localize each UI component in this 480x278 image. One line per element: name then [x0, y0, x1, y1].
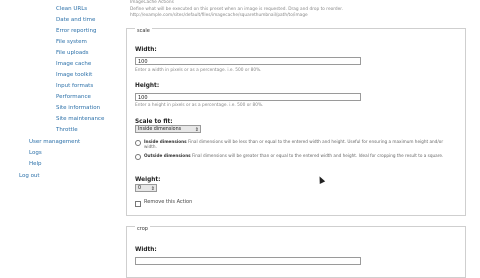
width-input[interactable]: 100: [135, 57, 361, 65]
sidebar-item-throttle[interactable]: Throttle: [56, 127, 78, 134]
scale-to-fit-value: Inside dimensions: [138, 127, 182, 132]
sidebar-item-logs[interactable]: Logs: [29, 150, 42, 157]
sidebar-item-help[interactable]: Help: [29, 161, 42, 168]
scale-fieldset: scale Width: 100 Enter a width in pixels…: [126, 28, 466, 216]
remove-action-label: Remove this Action: [144, 199, 193, 205]
actions-hint: Define what will be executed on this pre…: [130, 7, 344, 12]
outside-dimensions-title: Outside dimensions: [144, 153, 191, 158]
main-content: ImageCache Actions Define what will be e…: [118, 0, 480, 278]
width-hint: Enter a width in pixels or as a percenta…: [135, 68, 262, 73]
sidebar-item-clean-urls[interactable]: Clean URLs: [56, 6, 87, 13]
sidebar-item-date-and-time[interactable]: Date and time: [56, 17, 95, 24]
crop-legend: crop: [135, 226, 150, 232]
outside-dimensions-option: Outside dimensions Final dimensions will…: [144, 153, 444, 158]
crop-width-input[interactable]: [135, 257, 361, 265]
sidebar-item-log-out[interactable]: Log out: [19, 173, 40, 180]
height-label: Height:: [135, 83, 160, 89]
outside-dimensions-desc: Final dimensions will be greater than or…: [192, 153, 444, 158]
inside-dimensions-option: Inside dimensions Final dimensions will …: [144, 139, 444, 149]
sidebar-item-image-toolkit[interactable]: Image toolkit: [56, 72, 92, 79]
crop-width-label: Width:: [135, 247, 157, 253]
sidebar-nav: Clean URLs Date and time Error reporting…: [0, 0, 112, 270]
weight-select[interactable]: 0 ⇕: [135, 184, 157, 192]
scale-legend: scale: [135, 28, 152, 34]
sidebar-item-input-formats[interactable]: Input formats: [56, 83, 93, 90]
sidebar-item-file-uploads[interactable]: File uploads: [56, 50, 89, 57]
chevron-down-icon: ⇕: [150, 186, 155, 192]
sidebar-item-error-reporting[interactable]: Error reporting: [56, 28, 96, 35]
height-hint: Enter a height in pixels or as a percent…: [135, 103, 264, 108]
sidebar-item-image-cache[interactable]: Image cache: [56, 61, 91, 68]
width-label: Width:: [135, 47, 157, 53]
weight-label: Weight:: [135, 177, 161, 183]
sidebar-item-performance[interactable]: Performance: [56, 94, 91, 101]
outside-dimensions-radio[interactable]: [135, 154, 141, 160]
remove-action-checkbox[interactable]: [135, 201, 141, 207]
height-input[interactable]: 100: [135, 93, 361, 101]
inside-dimensions-radio[interactable]: [135, 140, 141, 146]
actions-heading: ImageCache Actions: [130, 0, 174, 5]
sidebar-item-file-system[interactable]: File system: [56, 39, 87, 46]
sidebar-item-site-maintenance[interactable]: Site maintenance: [56, 116, 104, 123]
weight-value: 0: [138, 186, 142, 191]
sidebar-item-site-information[interactable]: Site information: [56, 105, 100, 112]
crop-fieldset: crop Width:: [126, 226, 466, 278]
scale-to-fit-select[interactable]: Inside dimensions ⇕: [135, 125, 201, 133]
chevron-down-icon: ⇕: [194, 127, 199, 133]
preset-url-hint: http://example.com/sites/default/files/i…: [130, 13, 308, 18]
sidebar-item-user-management[interactable]: User management: [29, 139, 80, 146]
inside-dimensions-desc: Final dimensions will be less than or eq…: [144, 139, 444, 149]
